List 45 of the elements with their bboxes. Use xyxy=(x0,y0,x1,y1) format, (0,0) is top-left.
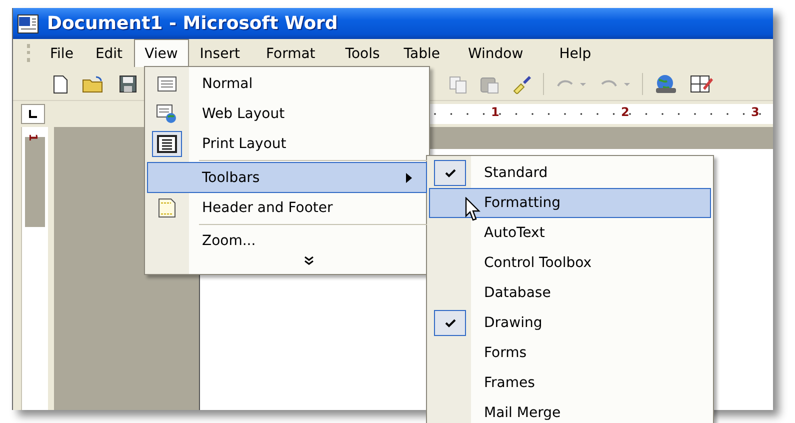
submenu-item[interactable]: Toolbars xyxy=(147,162,427,193)
window-title: Document1 - Microsoft Word xyxy=(47,13,338,34)
menu-item[interactable]: Window xyxy=(457,39,534,67)
menu-item[interactable]: Print Layout xyxy=(147,129,427,159)
ruler-number: 2 xyxy=(621,105,630,119)
document-icon xyxy=(157,76,177,92)
ruler-number: 1 xyxy=(491,105,500,119)
menu-item[interactable]: Standard xyxy=(429,158,711,188)
menu-item[interactable]: File xyxy=(39,39,84,67)
brush-icon[interactable] xyxy=(511,74,533,94)
menu-item[interactable]: Tools xyxy=(334,39,391,67)
globe-icon[interactable] xyxy=(653,74,679,94)
menu-item[interactable]: Table xyxy=(392,39,451,67)
menu-item[interactable]: Frames xyxy=(429,368,711,398)
check-icon xyxy=(444,318,456,328)
page-layout-icon xyxy=(157,135,177,153)
save-icon[interactable] xyxy=(117,74,139,94)
menu-item[interactable]: Edit xyxy=(84,39,134,67)
ruler-number: 1 xyxy=(26,134,40,142)
expand-chevron-icon[interactable] xyxy=(304,256,314,266)
menu-item[interactable]: Normal xyxy=(147,69,427,99)
draw-table-icon[interactable] xyxy=(689,74,715,94)
menu-item[interactable]: Insert xyxy=(188,39,251,67)
menu-item[interactable]: View xyxy=(134,39,189,67)
menu-item[interactable]: Zoom... xyxy=(147,226,427,256)
web-page-icon xyxy=(156,104,178,124)
word-document-icon xyxy=(17,14,39,34)
tab-stop-icon xyxy=(29,110,37,118)
menu-item[interactable]: AutoText xyxy=(429,218,711,248)
header-footer-icon xyxy=(157,198,177,218)
check-icon xyxy=(444,168,456,178)
tab-selector[interactable] xyxy=(21,104,45,124)
mouse-pointer-icon xyxy=(465,197,483,223)
menu-item[interactable]: Database xyxy=(429,278,711,308)
submenu-arrow-icon xyxy=(406,172,412,182)
menu-item[interactable]: Forms xyxy=(429,338,711,368)
menu-item[interactable]: Formatting xyxy=(429,188,711,218)
menu-item[interactable]: Mail Merge xyxy=(429,398,711,423)
menu-item[interactable]: Help xyxy=(548,39,602,67)
ruler-number: 3 xyxy=(751,105,760,119)
menu-item[interactable]: Control Toolbox xyxy=(429,248,711,278)
menu-item[interactable]: Header and Footer xyxy=(147,193,427,223)
menu-item[interactable]: Drawing xyxy=(429,308,711,338)
menu-item[interactable]: Format xyxy=(254,39,326,67)
menu-item[interactable]: Web Layout xyxy=(147,99,427,129)
